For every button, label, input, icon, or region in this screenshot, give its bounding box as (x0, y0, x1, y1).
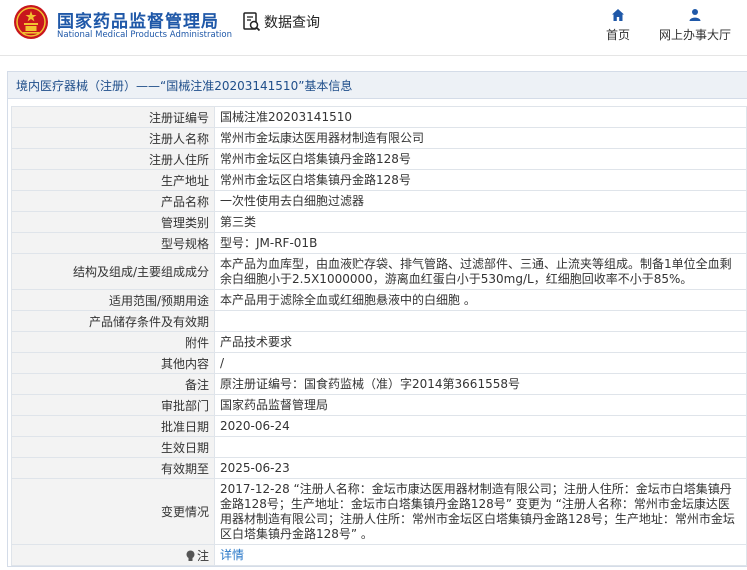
field-label: 注册证编号 (11, 106, 215, 128)
table-row: 生产地址 常州市金坛区白塔集镇丹金路128号 (11, 169, 747, 191)
field-value: 常州市金坛区白塔集镇丹金路128号 (214, 169, 747, 191)
field-value (214, 436, 747, 458)
field-label: 审批部门 (11, 394, 215, 416)
field-label: 管理类别 (11, 211, 215, 233)
data-query-link[interactable]: 数据查询 (243, 11, 320, 33)
header-divider (0, 55, 747, 56)
table-row: 批准日期 2020-06-24 (11, 415, 747, 437)
field-value: 2025-06-23 (214, 457, 747, 479)
field-value (214, 310, 747, 332)
table-row: 适用范围/预期用途 本产品用于滤除全血或红细胞悬液中的白细胞 。 (11, 289, 747, 311)
field-value: 产品技术要求 (214, 331, 747, 353)
site-header: 国家药品监督管理局 National Medical Products Admi… (0, 0, 747, 50)
national-emblem-icon[interactable] (13, 4, 49, 40)
note-value-cell: 详情 (214, 544, 747, 566)
table-row: 注册证编号 国械注准20203141510 (11, 106, 747, 128)
field-label: 产品名称 (11, 190, 215, 212)
nav-home-label: 首页 (606, 28, 631, 42)
table-row: 注册人住所 常州市金坛区白塔集镇丹金路128号 (11, 148, 747, 170)
field-value: 国械注准20203141510 (214, 106, 747, 128)
note-label-cell: 注 (11, 544, 215, 566)
field-value: 2020-06-24 (214, 415, 747, 437)
site-logo-subtitle[interactable]: National Medical Products Administration (57, 30, 232, 40)
field-label: 生产地址 (11, 169, 215, 191)
table-row-note: 注详情 (11, 544, 747, 566)
panel-title: 境内医疗器械（注册）——“国械注准20203141510”基本信息 (8, 72, 747, 99)
field-label: 注册人名称 (11, 127, 215, 149)
site-logo-title[interactable]: 国家药品监督管理局 (57, 7, 219, 32)
field-label: 型号规格 (11, 232, 215, 254)
registration-info-table: 注册证编号 国械注准20203141510 注册人名称 常州市金坛康达医用器材制造有限… (11, 106, 747, 566)
nav-online-office-label: 网上办事大厅 (659, 28, 732, 42)
home-icon (612, 9, 624, 21)
field-label: 其他内容 (11, 352, 215, 374)
field-label: 变更情况 (11, 478, 215, 545)
note-label: 注 (196, 548, 209, 563)
field-value: 常州市金坛康达医用器材制造有限公司 (214, 127, 747, 149)
table-row: 备注 原注册证编号：国食药监械（准）字2014第3661558号 (11, 373, 747, 395)
table-row: 附件 产品技术要求 (11, 331, 747, 353)
table-row: 审批部门 国家药品监督管理局 (11, 394, 747, 416)
field-label: 注册人住所 (11, 148, 215, 170)
nav-home[interactable]: 首页 (606, 8, 630, 43)
data-query-label: 数据查询 (264, 15, 320, 31)
field-label: 备注 (11, 373, 215, 395)
field-label: 有效期至 (11, 457, 215, 479)
field-value: 第三类 (214, 211, 747, 233)
field-label: 附件 (11, 331, 215, 353)
table-row: 变更情况 2017-12-28 “注册人名称：金坛市康达医用器材制造有限公司；注册… (11, 478, 747, 545)
field-value: 2017-12-28 “注册人名称：金坛市康达医用器材制造有限公司；注册人住所：… (214, 478, 747, 545)
table-row: 有效期至 2025-06-23 (11, 457, 747, 479)
field-value: 本产品用于滤除全血或红细胞悬液中的白细胞 。 (214, 289, 747, 311)
lightbulb-icon (186, 550, 195, 561)
table-row: 型号规格 型号：JM-RF-01B (11, 232, 747, 254)
field-value: 常州市金坛区白塔集镇丹金路128号 (214, 148, 747, 170)
field-value: 一次性使用去白细胞过滤器 (214, 190, 747, 212)
table-row: 其他内容 / (11, 352, 747, 374)
document-search-icon (243, 12, 261, 32)
table-row: 注册人名称 常州市金坛康达医用器材制造有限公司 (11, 127, 747, 149)
table-row: 结构及组成/主要组成成分 本产品为血库型，由血液贮存袋、排气管路、过滤部件、三通、… (11, 253, 747, 290)
field-label: 适用范围/预期用途 (11, 289, 215, 311)
field-value: 本产品为血库型，由血液贮存袋、排气管路、过滤部件、三通、止流夹等组成。制备1单位… (214, 253, 747, 290)
field-value: 原注册证编号：国食药监械（准）字2014第3661558号 (214, 373, 747, 395)
field-value: / (214, 352, 747, 374)
field-value: 型号：JM-RF-01B (214, 232, 747, 254)
table-row: 产品名称 一次性使用去白细胞过滤器 (11, 190, 747, 212)
user-icon (689, 9, 701, 21)
nav-online-office[interactable]: 网上办事大厅 (659, 8, 731, 43)
field-label: 结构及组成/主要组成成分 (11, 253, 215, 290)
table-row: 生效日期 (11, 436, 747, 458)
details-link[interactable]: 详情 (220, 548, 244, 562)
field-label: 批准日期 (11, 415, 215, 437)
table-row: 产品储存条件及有效期 (11, 310, 747, 332)
field-label: 生效日期 (11, 436, 215, 458)
table-row: 管理类别 第三类 (11, 211, 747, 233)
field-value: 国家药品监督管理局 (214, 394, 747, 416)
field-label: 产品储存条件及有效期 (11, 310, 215, 332)
